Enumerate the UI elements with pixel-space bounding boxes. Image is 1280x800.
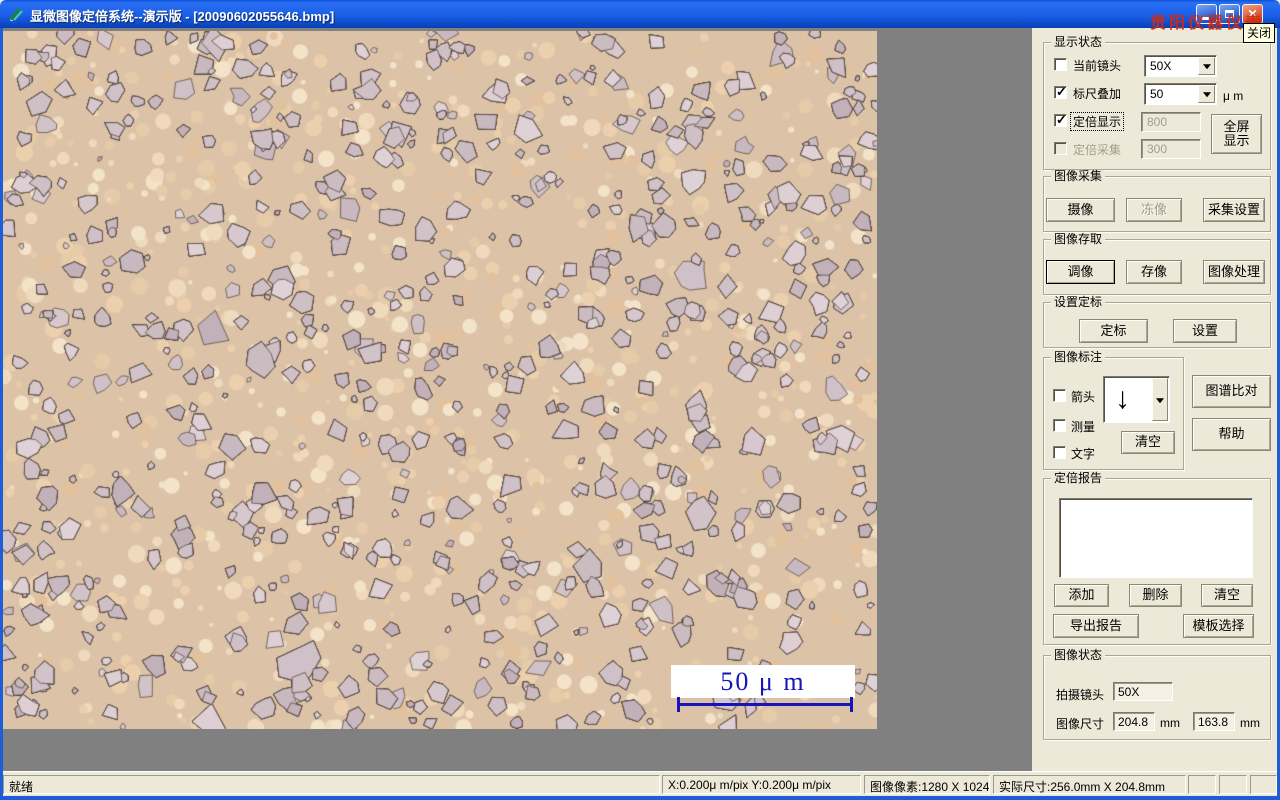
display-status-group: 显示状态 当前镜头 50X 标尺叠加 50 μ m 定倍显示 800 定倍采 — [1043, 36, 1271, 170]
ruler-overlay-label: 标尺叠加 — [1073, 87, 1122, 101]
calibration-group-label: 设置定标 — [1051, 296, 1106, 309]
help-button[interactable]: 帮助 — [1192, 418, 1271, 451]
scale-bar-line — [677, 703, 853, 706]
scale-bar-tick-right — [850, 697, 853, 712]
chevron-down-icon[interactable] — [1198, 57, 1215, 75]
load-image-button[interactable]: 调像 — [1046, 260, 1115, 284]
report-delete-button[interactable]: 删除 — [1129, 584, 1182, 607]
capture-group-label: 图像采集 — [1051, 170, 1106, 183]
annotation-clear-button[interactable]: 清空 — [1121, 431, 1175, 454]
ruler-value-select[interactable]: 50 — [1144, 83, 1217, 105]
status-pane-3 — [1250, 775, 1277, 794]
fixed-display-checkbox[interactable] — [1054, 112, 1067, 128]
window-border-left — [0, 28, 3, 800]
image-width-unit: mm — [1160, 716, 1180, 730]
fixed-capture-input: 300 — [1141, 139, 1201, 159]
template-select-button[interactable]: 模板选择 — [1183, 614, 1254, 638]
fixed-capture-label: 定倍采集 — [1073, 143, 1122, 157]
annotation-group: 图像标注 箭头 ↓ 测量 清空 文字 — [1043, 351, 1184, 470]
image-process-button[interactable]: 图像处理 — [1203, 260, 1265, 284]
save-image-button[interactable]: 存像 — [1126, 260, 1182, 284]
fixed-capture-checkbox — [1054, 142, 1067, 155]
fullscreen-button-line2: 显示 — [1223, 133, 1250, 148]
annotation-group-label: 图像标注 — [1051, 351, 1106, 364]
report-group: 定倍报告 添加 删除 清空 导出报告 模板选择 — [1043, 472, 1271, 645]
image-status-group-label: 图像状态 — [1051, 649, 1106, 662]
measure-label: 测量 — [1071, 420, 1096, 434]
shoot-button[interactable]: 摄像 — [1046, 198, 1115, 222]
text-checkbox[interactable] — [1053, 446, 1066, 459]
statusbar: 就绪 X:0.200μ m/pix Y:0.200μ m/pix 图像像素:12… — [3, 771, 1277, 796]
arrow-style-select[interactable]: ↓ — [1103, 376, 1170, 423]
report-clear-button[interactable]: 清空 — [1201, 584, 1253, 607]
fixed-display-label: 定倍显示 — [1069, 112, 1125, 131]
current-lens-label: 当前镜头 — [1073, 59, 1122, 73]
fixed-display-input: 800 — [1141, 112, 1201, 132]
image-status-group: 图像状态 拍摄镜头 50X 图像尺寸 204.8 mm 163.8 mm — [1043, 649, 1271, 740]
arrow-checkbox[interactable] — [1053, 389, 1066, 402]
report-add-button[interactable]: 添加 — [1054, 584, 1109, 607]
status-ready: 就绪 — [3, 775, 660, 794]
image-size-label: 图像尺寸 — [1056, 717, 1105, 731]
status-actual-size: 实际尺寸:256.0mm X 204.8mm — [993, 775, 1186, 794]
chevron-down-icon[interactable] — [1198, 85, 1215, 103]
shooting-lens-label: 拍摄镜头 — [1056, 688, 1105, 702]
calibrate-button[interactable]: 定标 — [1079, 319, 1148, 343]
scale-bar-tick-left — [677, 697, 680, 712]
freeze-button: 冻像 — [1126, 198, 1182, 222]
storage-group-label: 图像存取 — [1051, 233, 1106, 246]
app-icon — [9, 8, 23, 22]
measure-checkbox[interactable] — [1053, 419, 1066, 432]
status-image-pixels: 图像像素:1280 X 1024 — [864, 775, 990, 794]
window-border-bottom — [0, 796, 1280, 800]
report-group-label: 定倍报告 — [1051, 472, 1106, 485]
fullscreen-button-line1: 全屏 — [1223, 118, 1250, 134]
current-lens-checkbox[interactable] — [1054, 58, 1067, 71]
status-pane-2 — [1219, 775, 1247, 794]
capture-settings-button[interactable]: 采集设置 — [1203, 198, 1265, 222]
storage-group: 图像存取 调像 存像 图像处理 — [1043, 233, 1271, 295]
down-arrow-icon: ↓ — [1115, 382, 1130, 415]
client-area: 50 μ m 显示状态 当前镜头 50X 标尺叠加 50 — [3, 28, 1277, 771]
status-pane-1 — [1188, 775, 1216, 794]
status-pixel-scale: X:0.200μ m/pix Y:0.200μ m/pix — [662, 775, 861, 794]
scale-bar-overlay: 50 μ m — [671, 665, 855, 698]
atlas-compare-button[interactable]: 图谱比对 — [1192, 375, 1271, 408]
current-lens-value: 50X — [1150, 59, 1172, 73]
display-status-group-label: 显示状态 — [1051, 36, 1106, 49]
capture-group: 图像采集 摄像 冻像 采集设置 — [1043, 170, 1271, 232]
image-height-field[interactable]: 163.8 — [1193, 712, 1235, 731]
arrow-label: 箭头 — [1071, 390, 1096, 404]
image-height-unit: mm — [1240, 716, 1260, 730]
shooting-lens-field[interactable]: 50X — [1113, 682, 1173, 701]
report-export-button[interactable]: 导出报告 — [1053, 614, 1139, 638]
image-width-field[interactable]: 204.8 — [1113, 712, 1155, 731]
calibration-settings-button[interactable]: 设置 — [1173, 319, 1237, 343]
close-tooltip: 关闭 — [1243, 23, 1276, 43]
titlebar[interactable]: 显微图像定倍系统--演示版 - [20090602055646.bmp] ✕ 贵… — [0, 0, 1280, 32]
report-listbox[interactable] — [1059, 498, 1253, 578]
fullscreen-button[interactable]: 全屏 显示 — [1211, 114, 1262, 154]
chevron-down-icon[interactable] — [1152, 378, 1168, 421]
current-lens-select[interactable]: 50X — [1144, 55, 1217, 77]
calibration-group: 设置定标 定标 设置 — [1043, 296, 1271, 348]
micrograph-image[interactable] — [3, 31, 877, 729]
text-label: 文字 — [1071, 447, 1096, 461]
scale-bar-label: 50 μ m — [720, 667, 806, 696]
ruler-value: 50 — [1150, 87, 1164, 101]
ruler-unit-label: μ m — [1223, 89, 1244, 103]
ruler-overlay-checkbox[interactable] — [1054, 84, 1067, 100]
control-panel: 显示状态 当前镜头 50X 标尺叠加 50 μ m 定倍显示 800 定倍采 — [1032, 28, 1277, 771]
window-title: 显微图像定倍系统--演示版 - [20090602055646.bmp] — [30, 9, 335, 24]
app-window: 显微图像定倍系统--演示版 - [20090602055646.bmp] ✕ 贵… — [0, 0, 1280, 800]
